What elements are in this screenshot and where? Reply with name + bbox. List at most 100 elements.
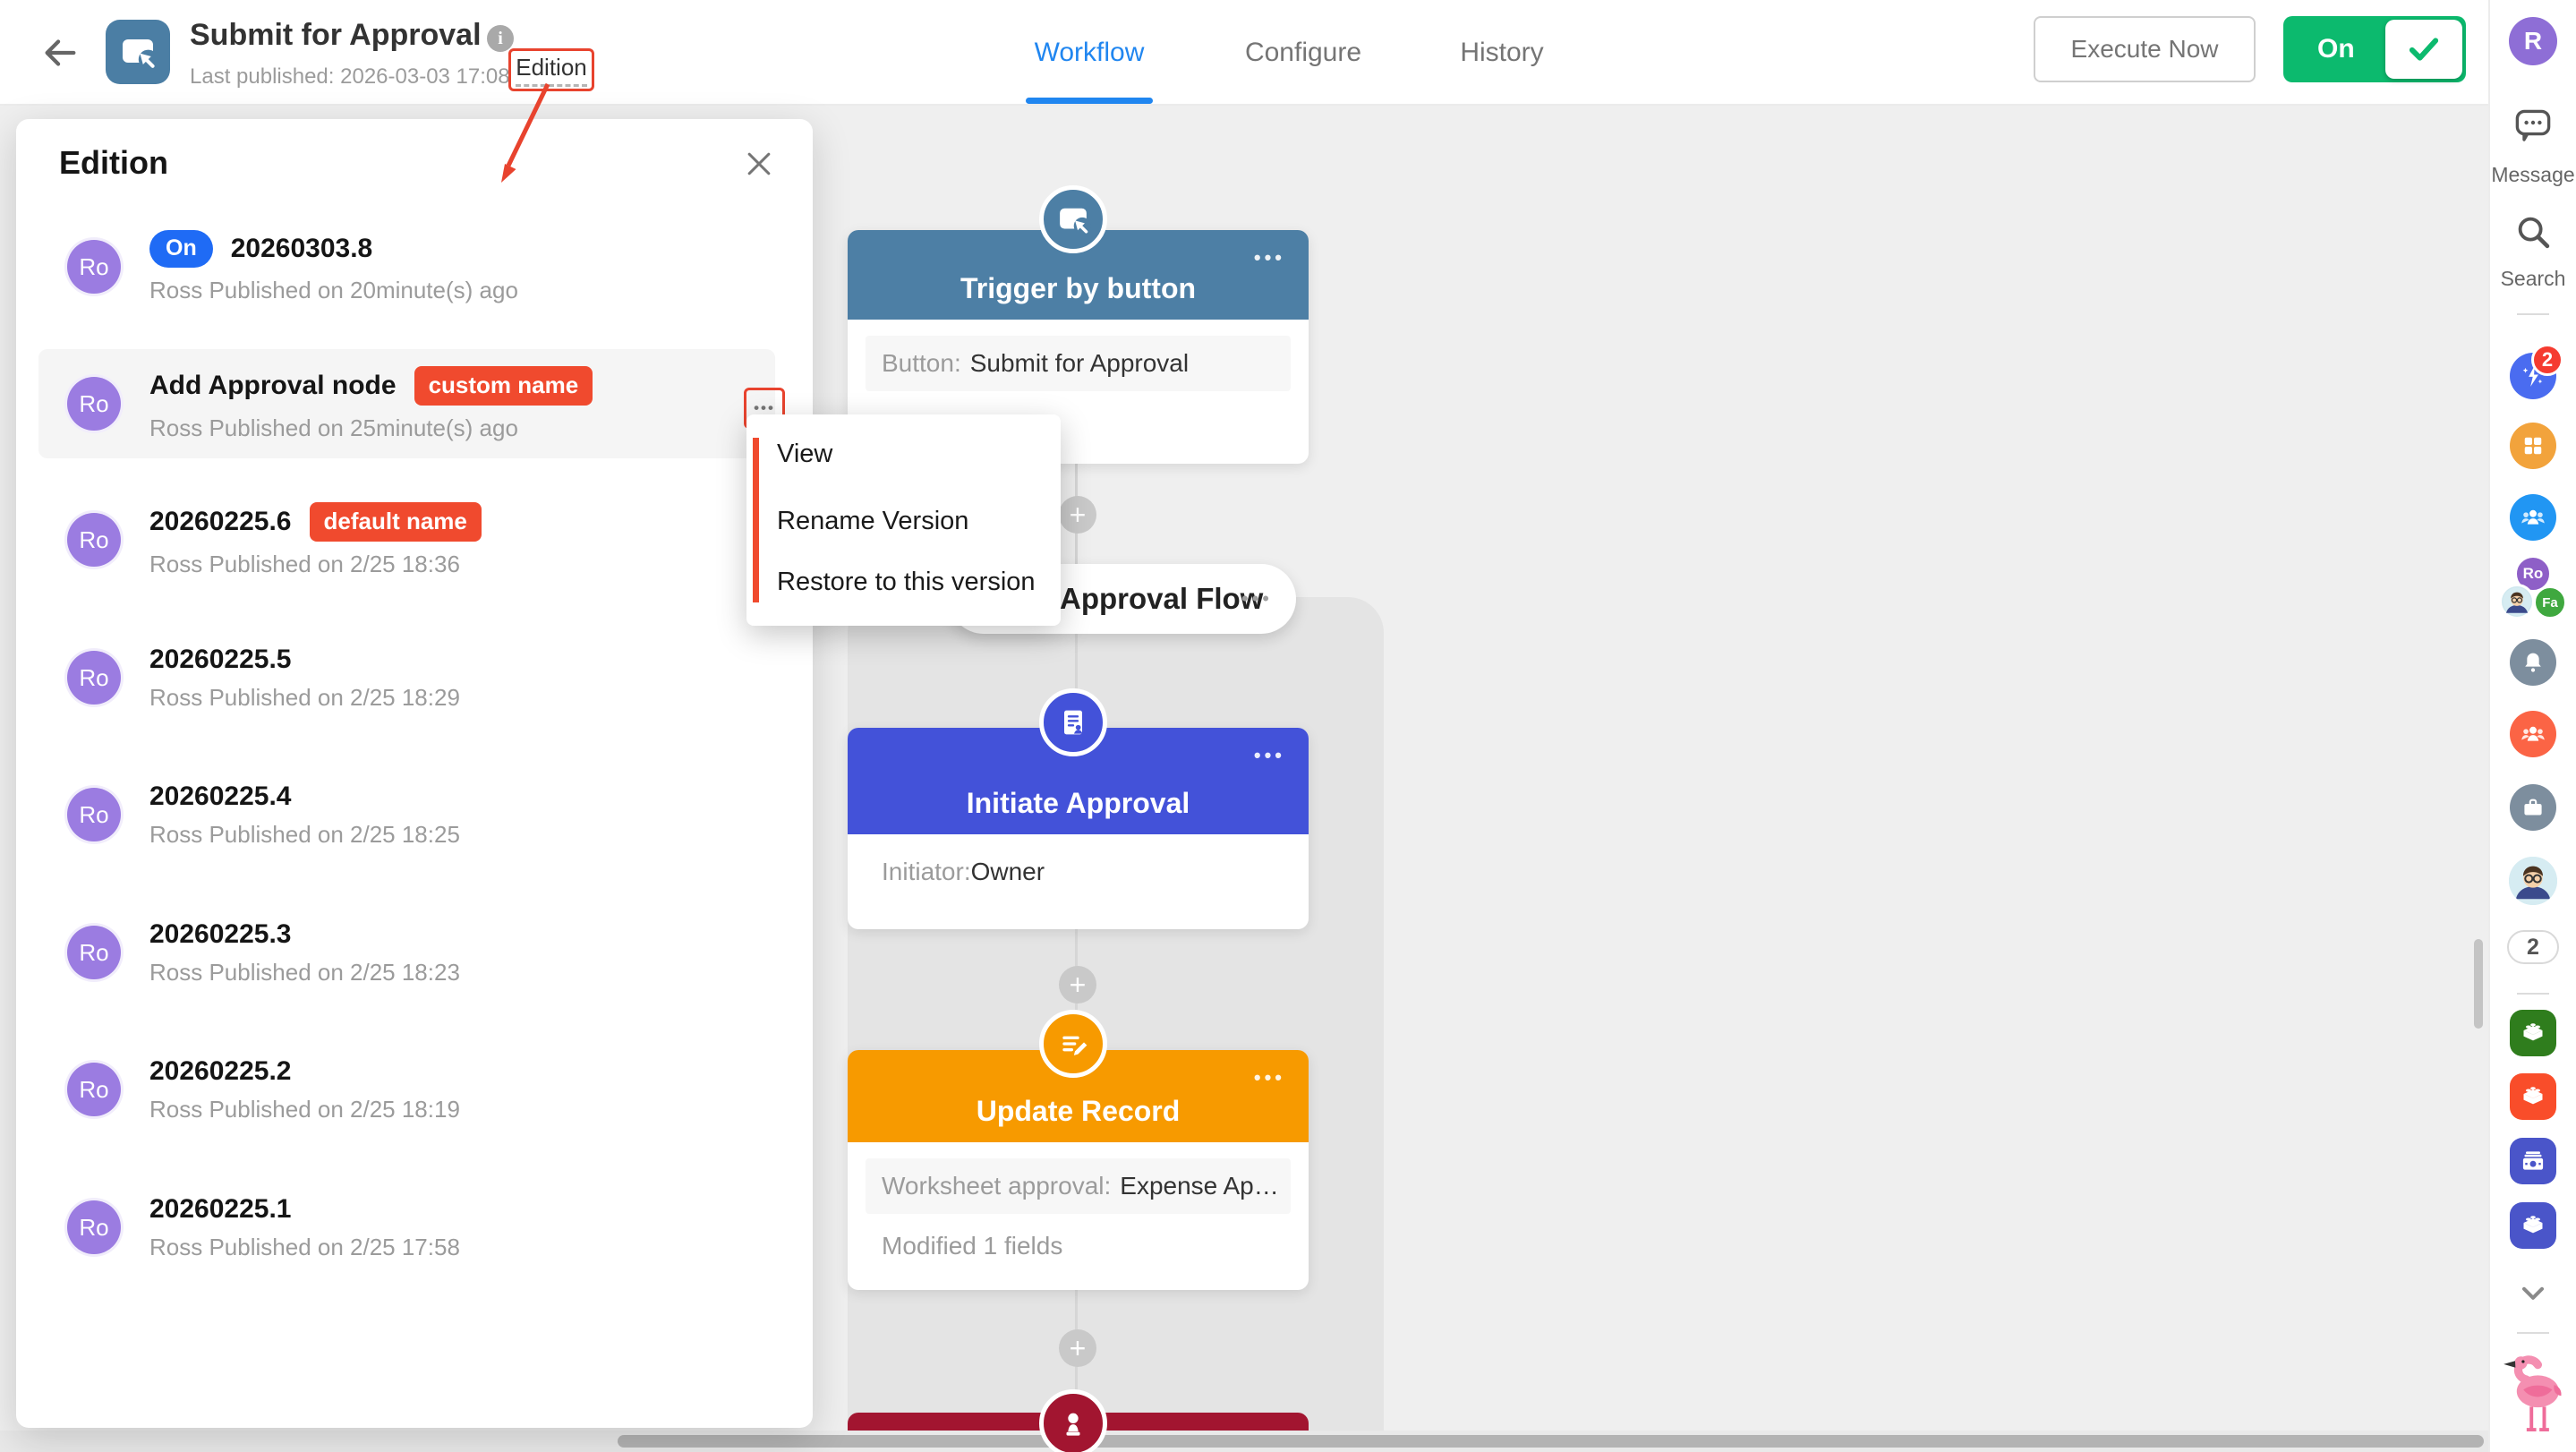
version-name: 20260303.8 bbox=[231, 234, 373, 264]
avatar: Ro bbox=[67, 651, 121, 705]
update-node-title: Update Record bbox=[977, 1095, 1181, 1128]
sidebar-divider bbox=[2517, 313, 2549, 315]
notification-count-badge: 2 bbox=[2531, 344, 2563, 376]
avatar: Ro bbox=[67, 240, 121, 294]
user-avatar-photo[interactable] bbox=[2509, 857, 2557, 905]
avatar: Ro bbox=[67, 788, 121, 841]
approval-flow-group-background bbox=[848, 597, 1384, 1452]
horizontal-scrollbar-thumb[interactable] bbox=[618, 1435, 2484, 1448]
team-avatars-cluster[interactable]: Ro Fa bbox=[2497, 555, 2569, 627]
version-meta: Ross Published on 2/25 17:58 bbox=[149, 1234, 460, 1261]
update-record-node[interactable]: Update Record ••• Worksheet approval: Ex… bbox=[848, 1050, 1309, 1290]
active-tab-underline bbox=[1026, 98, 1153, 104]
version-item[interactable]: Ro 20260225.6 default name Ross Publishe… bbox=[67, 485, 747, 594]
vertical-scrollbar-thumb[interactable] bbox=[2474, 939, 2483, 1029]
count-pill[interactable]: 2 bbox=[2507, 930, 2559, 964]
approval-flow-more-icon[interactable]: ••• bbox=[1241, 564, 1273, 634]
tab-workflow[interactable]: Workflow bbox=[1035, 38, 1145, 68]
version-name: Add Approval node bbox=[149, 371, 397, 401]
version-item[interactable]: Ro 20260225.3 Ross Published on 2/25 18:… bbox=[67, 898, 747, 1007]
worksheet-approval-row: Worksheet approval: Expense Ap… bbox=[866, 1158, 1291, 1214]
add-node-button-2[interactable]: + bbox=[1059, 966, 1096, 1004]
version-item[interactable]: Ro 20260225.2 Ross Published on 2/25 18:… bbox=[67, 1035, 747, 1144]
version-item[interactable]: Ro 20260225.1 Ross Published on 2/25 17:… bbox=[67, 1173, 747, 1282]
groups-icon[interactable] bbox=[2510, 711, 2556, 757]
version-meta: Ross Published on 2/25 18:25 bbox=[149, 821, 460, 849]
version-context-menu: View Rename Version Restore to this vers… bbox=[746, 414, 1061, 626]
checkmark-icon bbox=[2405, 30, 2443, 68]
toggle-knob bbox=[2385, 20, 2462, 79]
sidebar-divider bbox=[2517, 1332, 2549, 1334]
avatar: Ro bbox=[67, 926, 121, 979]
version-meta: Ross Published on 20minute(s) ago bbox=[149, 277, 518, 304]
version-meta: Ross Published on 2/25 18:29 bbox=[149, 684, 460, 712]
search-label: Search bbox=[2501, 267, 2566, 291]
version-meta: Ross Published on 2/25 18:23 bbox=[149, 959, 460, 987]
avatar: Ro bbox=[67, 513, 121, 567]
execute-now-button[interactable]: Execute Now bbox=[2034, 16, 2256, 82]
add-node-button-1[interactable]: + bbox=[1059, 496, 1096, 534]
default-name-annotation-badge: default name bbox=[310, 502, 482, 542]
initiator-row: Initiator:Owner bbox=[882, 858, 1291, 886]
menu-item-view[interactable]: View bbox=[777, 440, 832, 469]
trigger-by-button-icon bbox=[1039, 185, 1107, 253]
sidebar-divider bbox=[2517, 993, 2549, 995]
info-icon[interactable]: i bbox=[487, 25, 514, 52]
update-record-icon bbox=[1039, 1010, 1107, 1078]
contacts-icon[interactable] bbox=[2510, 494, 2556, 541]
plugin-indigo-icon[interactable] bbox=[2510, 1202, 2556, 1249]
avatar: Ro bbox=[67, 377, 121, 431]
trigger-node-title: Trigger by button bbox=[960, 272, 1196, 305]
version-name: 20260225.1 bbox=[149, 1194, 292, 1225]
avatar: Ro bbox=[67, 1063, 121, 1116]
approval-person-icon bbox=[1039, 1389, 1107, 1452]
initiate-approval-icon bbox=[1039, 688, 1107, 756]
right-sidebar: R Message Search 2 Ro bbox=[2488, 0, 2576, 1452]
version-item[interactable]: Ro 20260225.4 Ross Published on 2/25 18:… bbox=[67, 760, 747, 869]
profile-avatar[interactable]: R bbox=[2509, 17, 2557, 65]
version-item[interactable]: Ro On 20260303.8 Ross Published on 20min… bbox=[67, 212, 747, 321]
version-name: 20260225.5 bbox=[149, 645, 292, 675]
avatar: Ro bbox=[67, 1200, 121, 1254]
back-arrow-icon[interactable] bbox=[39, 32, 81, 73]
notifications-bell-icon[interactable] bbox=[2510, 639, 2556, 686]
search-icon[interactable] bbox=[2512, 211, 2554, 252]
version-name: 20260225.6 bbox=[149, 507, 292, 537]
menu-highlight-bar bbox=[753, 438, 759, 602]
plugin-green-icon[interactable] bbox=[2510, 1010, 2556, 1056]
work-briefcase-icon[interactable] bbox=[2510, 784, 2556, 831]
update-node-more-icon[interactable]: ••• bbox=[1254, 1066, 1285, 1089]
edition-panel-title: Edition bbox=[59, 144, 168, 182]
initiate-approval-node[interactable]: Initiate Approval ••• Initiator:Owner bbox=[848, 728, 1309, 929]
chevron-down-icon[interactable] bbox=[2515, 1275, 2551, 1311]
version-name: 20260225.3 bbox=[149, 919, 292, 950]
workflow-app-icon bbox=[106, 20, 170, 84]
avatar-face bbox=[2499, 584, 2535, 619]
close-icon[interactable] bbox=[741, 146, 777, 182]
menu-item-restore-version[interactable]: Restore to this version bbox=[777, 568, 1036, 597]
trigger-node-more-icon[interactable]: ••• bbox=[1254, 246, 1285, 269]
add-node-button-3[interactable]: + bbox=[1059, 1329, 1096, 1367]
message-label: Message bbox=[2491, 163, 2574, 187]
tab-configure[interactable]: Configure bbox=[1245, 38, 1361, 68]
edition-highlight-box: Edition bbox=[508, 48, 594, 91]
trigger-button-row: Button: Submit for Approval bbox=[866, 336, 1291, 391]
version-name: 20260225.4 bbox=[149, 782, 292, 812]
menu-item-rename-version[interactable]: Rename Version bbox=[777, 507, 968, 536]
message-icon[interactable] bbox=[2512, 104, 2555, 147]
expense-cash-icon[interactable] bbox=[2510, 1138, 2556, 1184]
last-published-text: Last published: 2026-03-03 17:08 bbox=[190, 64, 510, 90]
workflow-on-toggle[interactable]: On bbox=[2283, 16, 2466, 82]
initiate-node-more-icon[interactable]: ••• bbox=[1254, 744, 1285, 767]
version-item[interactable]: Ro 20260225.5 Ross Published on 2/25 18:… bbox=[67, 623, 747, 732]
version-name: 20260225.2 bbox=[149, 1056, 292, 1087]
version-item[interactable]: Ro Add Approval node custom name Ross Pu… bbox=[67, 349, 747, 458]
edition-link[interactable]: Edition bbox=[516, 54, 587, 87]
version-meta: Ross Published on 25minute(s) ago bbox=[149, 414, 593, 442]
avatar-fa: Fa bbox=[2533, 585, 2567, 619]
apps-grid-icon[interactable] bbox=[2510, 423, 2556, 469]
tab-history[interactable]: History bbox=[1460, 38, 1543, 68]
page-title: Submit for Approval bbox=[190, 18, 482, 53]
plugin-red-icon[interactable] bbox=[2510, 1073, 2556, 1120]
edition-panel: Edition Ro On 20260303.8 Ross Published … bbox=[16, 119, 813, 1428]
